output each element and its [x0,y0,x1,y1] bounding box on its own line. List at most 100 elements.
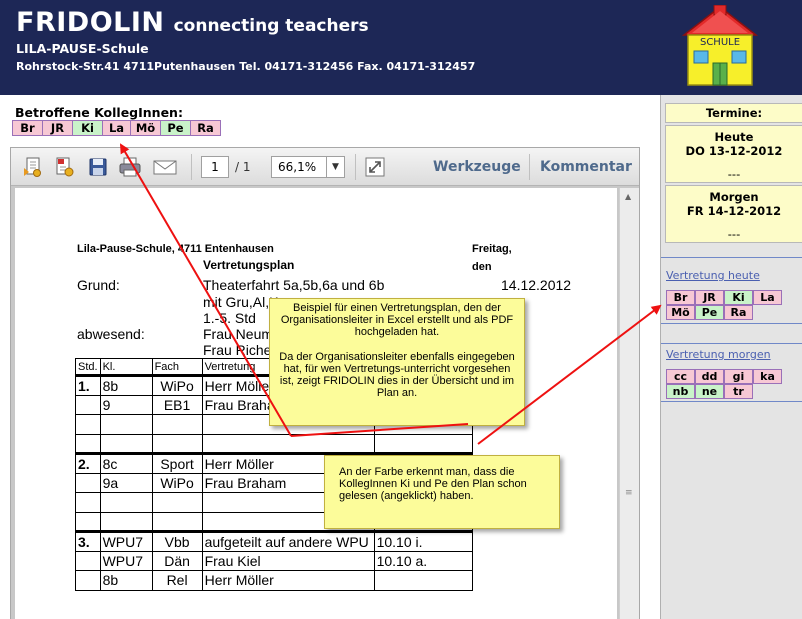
comment-button[interactable]: Kommentar [540,159,632,175]
table-cell: Sport [151,452,203,474]
table-cell [151,511,203,532]
create-pdf-icon [24,157,41,177]
colleague-chip[interactable]: La [102,120,131,136]
appointments-header: Termine: [665,103,802,123]
today-colleagues-list: Br JR Ki La Mö Pe Ra [666,290,782,320]
today-value: --- [727,167,741,181]
school-address: Rohrstock-Str.41 4711Putenhausen Tel. 04… [16,60,476,73]
pdf-toolbar: 1 / 1 66,1% ▼ Werkzeuge Kommentar [11,148,639,186]
table-cell: aufgeteilt auf andere WPU [201,530,375,552]
substitution-tomorrow-link[interactable]: Vertretung morgen [666,348,771,361]
logo-text: SCHULE [700,37,740,48]
table-cell [99,433,153,454]
colleague-chip[interactable]: Ki [724,290,753,305]
substitution-today-link[interactable]: Vertretung heute [666,269,760,282]
page-number-input[interactable]: 1 [201,156,229,178]
table-cell: 8c [99,452,153,474]
table-cell [201,433,375,454]
colleague-chip[interactable]: dd [695,369,724,384]
colleague-chip[interactable]: gi [724,369,753,384]
table-cell: Dän [151,550,203,571]
colleague-chip[interactable]: Br [12,120,43,136]
scroll-up-icon[interactable]: ▲ [625,192,631,201]
tomorrow-colleagues-list: cc dd gi ka nb ne tr [666,369,782,399]
colleague-chip[interactable]: Mö [130,120,161,136]
table-cell: 9a [99,472,153,493]
pdf-den: den [472,261,492,273]
reason-line-3: 1.-5. Std [203,310,256,326]
pdf-weekday: Freitag, [472,243,512,255]
app-root: FRIDOLIN connecting teachers LILA-PAUSE-… [0,0,802,619]
zoom-select[interactable]: 66,1% ▼ [271,156,345,178]
pdf-date: 14.12.2012 [501,277,572,293]
divider [661,257,802,258]
school-logo-icon: SCHULE [681,5,759,86]
colleague-chip[interactable]: Ra [190,120,221,136]
colleague-chip[interactable]: Mö [666,305,695,320]
table-cell: WiPo [151,374,203,396]
table-cell [373,433,473,454]
table-cell [151,414,203,435]
tools-button[interactable]: Werkzeuge [433,159,521,175]
reason-line-1: Theaterfahrt 5a,5b,6a und 6b [203,277,385,293]
table-cell: 8b [99,570,153,591]
toolbar-divider [191,154,192,180]
save-button[interactable] [86,156,110,178]
print-button[interactable] [118,156,142,178]
colleague-chip[interactable]: Ki [72,120,103,136]
colleague-chip[interactable]: Br [666,290,695,305]
reason-line-2: mit Gru,Al,K [203,294,279,310]
table-header-cell: Fach [151,358,203,376]
table-cell [75,472,101,493]
table-cell: WiPo [151,472,203,493]
note-paragraph-1: Beispiel für einen Vertretungsplan, den … [280,302,514,338]
table-cell [373,570,473,591]
pdf-scrollbar[interactable]: ▲ ≡ [619,188,639,619]
table-header-cell: Std. [75,358,101,376]
zoom-value: 66,1% [278,160,317,174]
absent-line-2: Frau Richer [203,342,277,358]
tomorrow-box: Morgen FR 14-12-2012 --- [665,185,802,243]
brand: FRIDOLIN connecting teachers [16,7,369,38]
school-name: LILA-PAUSE-Schule [16,41,149,56]
colleague-chip[interactable]: JR [695,290,724,305]
chevron-down-icon[interactable]: ▼ [326,157,344,177]
page-total: / 1 [235,160,251,174]
callout-note-example: Beispiel für einen Vertretungsplan, den … [269,298,525,426]
colleague-chip[interactable]: ne [695,384,724,399]
absent-line-1: Frau Neum [203,326,274,342]
table-cell [75,433,101,454]
tomorrow-label: Morgen [709,190,759,204]
divider [661,401,802,402]
colleague-chip[interactable]: tr [724,384,753,399]
table-cell: 10.10 a. [373,550,473,571]
table-cell: Vbb [151,530,203,552]
colleague-chip[interactable]: La [753,290,782,305]
table-cell: 10.10 i. [373,530,473,552]
right-sidebar: Termine: Heute DO 13-12-2012 --- Morgen … [660,95,802,619]
colleague-chip[interactable]: nb [666,384,695,399]
fullscreen-button[interactable] [363,156,387,178]
table-cell [75,394,101,415]
today-label: Heute [714,130,754,144]
table-cell: EB1 [151,394,203,415]
table-cell: 3. [75,530,101,552]
table-cell: WPU7 [99,530,153,552]
colleague-chip[interactable]: ka [753,369,782,384]
absent-label: abwesend: [77,326,145,342]
email-button[interactable] [151,156,179,178]
colleague-chip[interactable]: JR [42,120,73,136]
table-header-cell: Kl. [99,358,153,376]
colleague-chip[interactable]: cc [666,369,695,384]
create-pdf-button[interactable] [21,156,45,178]
divider [661,343,802,344]
table-cell [151,433,203,454]
colleague-chip[interactable]: Ra [724,305,753,320]
scroll-grip-icon[interactable]: ≡ [625,488,633,498]
colleague-chip[interactable]: Pe [695,305,724,320]
colleague-chip[interactable]: Pe [160,120,191,136]
tomorrow-date: FR 14-12-2012 [686,204,782,218]
table-cell [99,511,153,532]
convert-button[interactable] [53,156,77,178]
divider [661,323,802,324]
